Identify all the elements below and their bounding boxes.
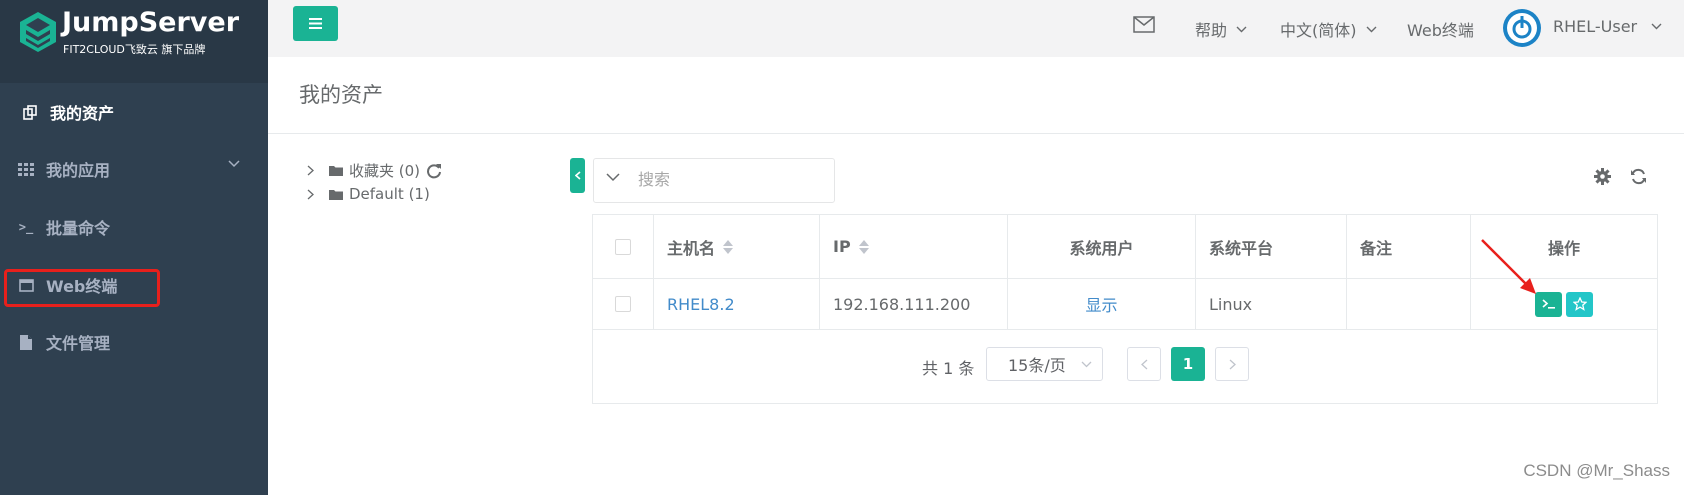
comment-cell	[1347, 279, 1471, 329]
highlight-annotation	[4, 269, 160, 307]
brand-subtitle: FIT2CLOUD飞致云 旗下品牌	[63, 43, 206, 56]
prev-page-button[interactable]	[1127, 347, 1161, 381]
help-menu[interactable]: 帮助	[1195, 17, 1247, 41]
chevron-right-icon[interactable]	[307, 165, 317, 176]
next-page-button[interactable]	[1215, 347, 1249, 381]
help-label: 帮助	[1195, 21, 1228, 40]
terminal-icon	[1541, 299, 1555, 309]
language-label: 中文(简体)	[1280, 21, 1357, 40]
page-number-current[interactable]: 1	[1171, 347, 1205, 381]
chevron-down-icon	[1651, 23, 1662, 30]
sidebar-item-batch-command[interactable]: >_ 批量命令	[0, 203, 268, 251]
main-content: 收藏夹 (0) Default (1) 主机名	[268, 134, 1684, 495]
column-header-hostname[interactable]: 主机名	[654, 215, 820, 278]
sidebar-item-my-assets[interactable]: 我的资产	[0, 88, 268, 136]
ip-cell: 192.168.111.200	[820, 279, 1008, 329]
row-select-cell	[593, 279, 654, 329]
column-label: IP	[833, 237, 851, 256]
top-navbar: 帮助 中文(简体) Web终端 RHEL-User	[268, 0, 1684, 57]
avatar[interactable]	[1503, 9, 1541, 47]
refresh-icon[interactable]	[426, 163, 442, 179]
power-icon	[1507, 13, 1537, 43]
file-icon	[18, 334, 34, 350]
folder-icon	[329, 189, 343, 200]
select-all-cell	[593, 215, 654, 278]
folder-icon	[329, 166, 343, 176]
column-header-ip[interactable]: IP	[820, 215, 1008, 278]
user-name: RHEL-User	[1553, 17, 1638, 36]
annotation-arrow-icon	[1481, 239, 1536, 294]
menu-toggle-button[interactable]	[293, 6, 338, 41]
column-header-platform: 系统平台	[1196, 215, 1347, 278]
terminal-prompt-icon: >_	[18, 220, 34, 234]
platform-cell: Linux	[1196, 279, 1347, 329]
language-menu[interactable]: 中文(简体)	[1280, 17, 1377, 41]
logo[interactable]: JumpServer FIT2CLOUD飞致云 旗下品牌	[0, 0, 268, 83]
chevron-down-icon	[228, 160, 240, 168]
hamburger-icon	[309, 18, 322, 29]
sidebar-item-my-apps[interactable]: 我的应用	[0, 145, 268, 193]
chevron-down-icon	[1081, 361, 1092, 368]
row-checkbox[interactable]	[615, 296, 631, 312]
user-menu[interactable]: RHEL-User	[1553, 17, 1662, 36]
jumpserver-logo-icon	[20, 12, 56, 52]
tree-node-favorites[interactable]: 收藏夹 (0)	[307, 160, 442, 181]
hostname-link[interactable]: RHEL8.2	[654, 279, 820, 329]
chevron-down-icon	[1366, 26, 1376, 32]
chevron-down-icon	[1236, 26, 1247, 32]
chevron-right-icon	[1229, 359, 1236, 369]
search-input[interactable]	[638, 167, 818, 195]
tree-node-label: 收藏夹 (0)	[349, 162, 421, 180]
chevron-left-icon	[574, 171, 581, 180]
mail-icon[interactable]	[1133, 16, 1155, 33]
pagination: 共 1 条 15条/页 1	[593, 330, 1657, 403]
chevron-left-icon	[1140, 359, 1147, 369]
sidebar-item-label: 我的应用	[46, 161, 111, 180]
watermark: CSDN @Mr_Shass	[1523, 461, 1670, 480]
brand-title: JumpServer	[62, 7, 240, 38]
pagination-total: 共 1 条	[922, 358, 975, 378]
search-box[interactable]	[593, 158, 835, 203]
sort-icon[interactable]	[723, 239, 734, 254]
column-header-system-user: 系统用户	[1008, 215, 1196, 278]
sidebar-item-label: 我的资产	[50, 104, 115, 123]
page-heading: 我的资产	[268, 57, 1684, 134]
tree-node-default[interactable]: Default (1)	[307, 185, 430, 203]
sidebar-item-file-manager[interactable]: 文件管理	[0, 318, 268, 366]
star-icon	[1572, 297, 1587, 311]
tree-collapse-button[interactable]	[570, 158, 585, 193]
page-size-select[interactable]: 15条/页	[986, 347, 1103, 381]
grid-icon	[18, 161, 34, 177]
sidebar-item-label: 文件管理	[46, 334, 111, 353]
settings-gear-icon[interactable]	[1594, 168, 1611, 185]
tree-node-label: Default (1)	[349, 185, 430, 203]
refresh-icon[interactable]	[1630, 168, 1647, 185]
column-label: 主机名	[667, 238, 716, 258]
select-all-checkbox[interactable]	[615, 238, 631, 255]
sidebar: JumpServer FIT2CLOUD飞致云 旗下品牌 我的资产 我的应用 >…	[0, 0, 268, 495]
page-size-value: 15条/页	[1008, 356, 1066, 375]
favorite-button[interactable]	[1566, 291, 1593, 317]
assets-icon	[22, 104, 38, 120]
chevron-down-icon[interactable]	[606, 173, 620, 182]
page-title: 我的资产	[299, 83, 383, 107]
sort-icon[interactable]	[858, 239, 869, 254]
sidebar-item-label: 批量命令	[46, 219, 111, 238]
show-system-user-link[interactable]: 显示	[1008, 279, 1196, 329]
column-header-comment: 备注	[1347, 215, 1471, 278]
chevron-right-icon[interactable]	[307, 189, 317, 200]
web-terminal-link[interactable]: Web终端	[1407, 17, 1474, 41]
